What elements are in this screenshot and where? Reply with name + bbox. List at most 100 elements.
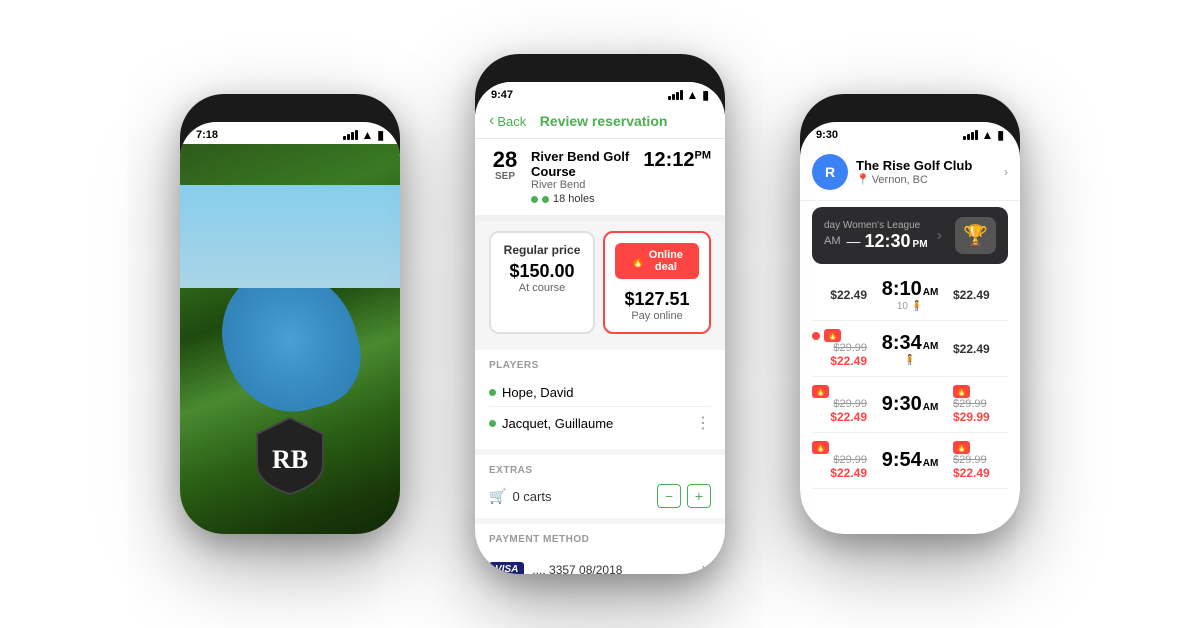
- tee-row-2-time-main: 8:34AM: [875, 332, 945, 355]
- sale-tag: 🔥: [824, 329, 841, 342]
- center-wifi-icon: ▲: [687, 88, 699, 102]
- reservation-header: 28 SEP River Bend Golf Course River Bend…: [475, 139, 725, 221]
- tee-row-4-sale-badge-right: 🔥: [953, 441, 1008, 454]
- payment-label: PAYMENT METHOD: [489, 534, 711, 545]
- center-battery-icon: ▮: [702, 88, 709, 102]
- league-slot[interactable]: day Women's League AM — 12:30PM › 🏆: [812, 207, 1008, 264]
- league-dash: —: [847, 233, 861, 249]
- tee-row-1-time: 8:10AM 10 🧍: [875, 278, 945, 312]
- tee-row-3-price-left: 🔥 $29.99 $22.49: [812, 385, 867, 424]
- price-cards-section: Regular price $150.00 At course 🔥 Online…: [475, 221, 725, 344]
- tee-row-2-sale: $22.49: [812, 354, 867, 368]
- golf-aerial-image: RB: [180, 144, 400, 534]
- online-deal-label: 🔥 Online deal: [615, 243, 699, 279]
- player-item-1: Hope, David: [489, 379, 711, 407]
- league-slot-info: day Women's League AM — 12:30PM: [824, 220, 928, 252]
- green-dot-icon: [531, 196, 538, 203]
- tee-row-4-time-main: 9:54AM: [875, 449, 945, 472]
- extras-label: EXTRAS: [489, 465, 711, 476]
- tee-row-4-time: 9:54AM: [875, 449, 945, 472]
- battery-icon: ▮: [377, 128, 384, 142]
- tee-row-2-sale-badge: 🔥: [812, 329, 867, 342]
- cart-icon: 🛒: [489, 488, 506, 505]
- tee-row-2-players: 🧍: [875, 355, 945, 366]
- tee-row-1-players: 10 🧍: [875, 301, 945, 312]
- back-arrow-icon: ‹: [489, 112, 494, 130]
- tee-row-2[interactable]: 🔥 $29.99 $22.49 8:34AM 🧍 $22.49: [812, 321, 1008, 377]
- signal-icon: [343, 130, 358, 140]
- center-phone-screen: 9:47 ▲ ▮ ‹ Back Revi: [475, 82, 725, 574]
- tee-row-3-sale: $22.49: [812, 410, 867, 424]
- svg-text:RB: RB: [272, 445, 308, 474]
- club-chevron-icon: ›: [1004, 165, 1008, 179]
- online-deal-sub: Pay online: [615, 310, 699, 322]
- sale-tag-3r: 🔥: [953, 385, 970, 398]
- tee-row-4[interactable]: 🔥 $29.99 $22.49 9:54AM 🔥 $29.99 $22.49: [812, 433, 1008, 489]
- green-dot-icon-2: [542, 196, 549, 203]
- course-location: River Bend: [531, 179, 633, 191]
- club-logo: R: [812, 154, 848, 190]
- tee-row-2-regular: $29.99: [812, 342, 867, 354]
- left-status-bar: 7:18 ▲ ▮: [180, 122, 400, 144]
- center-signal-icon: [668, 90, 683, 100]
- tee-row-4-sale-right: $22.49: [953, 466, 1008, 480]
- league-label: day Women's League: [824, 220, 928, 231]
- tee-row-3-regular: $29.99: [812, 398, 867, 410]
- date-month: SEP: [495, 171, 515, 182]
- course-holes: 18 holes: [531, 193, 633, 205]
- tee-row-4-sale-badge: 🔥: [812, 441, 867, 454]
- qty-minus-button[interactable]: −: [657, 484, 681, 508]
- online-deal-card[interactable]: 🔥 Online deal $127.51 Pay online: [603, 231, 711, 334]
- fire-icon: 🔥: [631, 255, 645, 268]
- players-label: PLAYERS: [489, 360, 711, 371]
- tee-time-value: 12:12PM: [643, 149, 711, 171]
- league-main-time: 12:30PM: [865, 231, 928, 252]
- center-status-time: 9:47: [491, 89, 513, 101]
- back-button[interactable]: ‹ Back: [489, 112, 526, 130]
- regular-price-amount: $150.00: [501, 261, 583, 282]
- tee-row-1[interactable]: $22.49 8:10AM 10 🧍 $22.49: [812, 270, 1008, 321]
- left-phone-notch: [230, 94, 350, 122]
- payment-left: VISA .... 3357 08/2018: [489, 562, 622, 574]
- nav-bar: ‹ Back Review reservation: [475, 104, 725, 139]
- center-status-bar: 9:47 ▲ ▮: [475, 82, 725, 104]
- tee-row-2-time: 8:34AM 🧍: [875, 332, 945, 366]
- right-status-time: 9:30: [816, 129, 838, 141]
- trophy-badge: 🏆: [955, 217, 996, 254]
- regular-price-sub: At course: [501, 282, 583, 294]
- regular-price-card[interactable]: Regular price $150.00 At course: [489, 231, 595, 334]
- tee-row-4-regular: $29.99: [812, 454, 867, 466]
- tee-time-display: 12:12PM: [643, 149, 711, 172]
- right-signal-icon: [963, 130, 978, 140]
- player-menu-icon[interactable]: ⋮: [695, 413, 711, 433]
- phone-center: 9:47 ▲ ▮ ‹ Back Revi: [475, 54, 725, 574]
- right-wifi-icon: ▲: [982, 128, 994, 142]
- tee-row-1-price-right: $22.49: [953, 288, 1008, 302]
- nav-title: Review reservation: [540, 113, 668, 129]
- tee-row-4-price-right: 🔥 $29.99 $22.49: [953, 441, 1008, 480]
- player-1-left: Hope, David: [489, 385, 574, 400]
- payment-row[interactable]: VISA .... 3357 08/2018 ∨: [489, 553, 711, 574]
- tee-row-1-time-main: 8:10AM: [875, 278, 945, 301]
- tee-row-3-sale-badge-right: 🔥: [953, 385, 1008, 398]
- holes-label: 18 holes: [553, 193, 595, 205]
- league-time-row: AM — 12:30PM: [824, 231, 928, 252]
- tee-time-list: $22.49 8:10AM 10 🧍 $22.49 �: [800, 270, 1020, 489]
- league-chevron-icon: ›: [937, 227, 942, 245]
- player-2-dot: [489, 420, 496, 427]
- right-phone-screen: 9:30 ▲ ▮ R The Rise Golf Club: [800, 122, 1020, 534]
- player-1-name: Hope, David: [502, 385, 574, 400]
- extras-section: EXTRAS 🛒 0 carts − +: [475, 455, 725, 518]
- tee-row-3-regular-right: $29.99: [953, 398, 1008, 410]
- back-label: Back: [497, 114, 526, 129]
- rb-logo-shield: RB: [255, 416, 325, 496]
- tee-row-3-sale-right: $29.99: [953, 410, 1008, 424]
- wifi-icon: ▲: [362, 128, 374, 142]
- sale-tag-4r: 🔥: [953, 441, 970, 454]
- qty-plus-button[interactable]: +: [687, 484, 711, 508]
- player-1-dot: [489, 389, 496, 396]
- tee-row-3[interactable]: 🔥 $29.99 $22.49 9:30AM 🔥 $29.99 $29.99: [812, 377, 1008, 433]
- tee-row-4-price-left: 🔥 $29.99 $22.49: [812, 441, 867, 480]
- center-phone-notch: [540, 54, 660, 82]
- tee-row-3-sale-badge: 🔥: [812, 385, 867, 398]
